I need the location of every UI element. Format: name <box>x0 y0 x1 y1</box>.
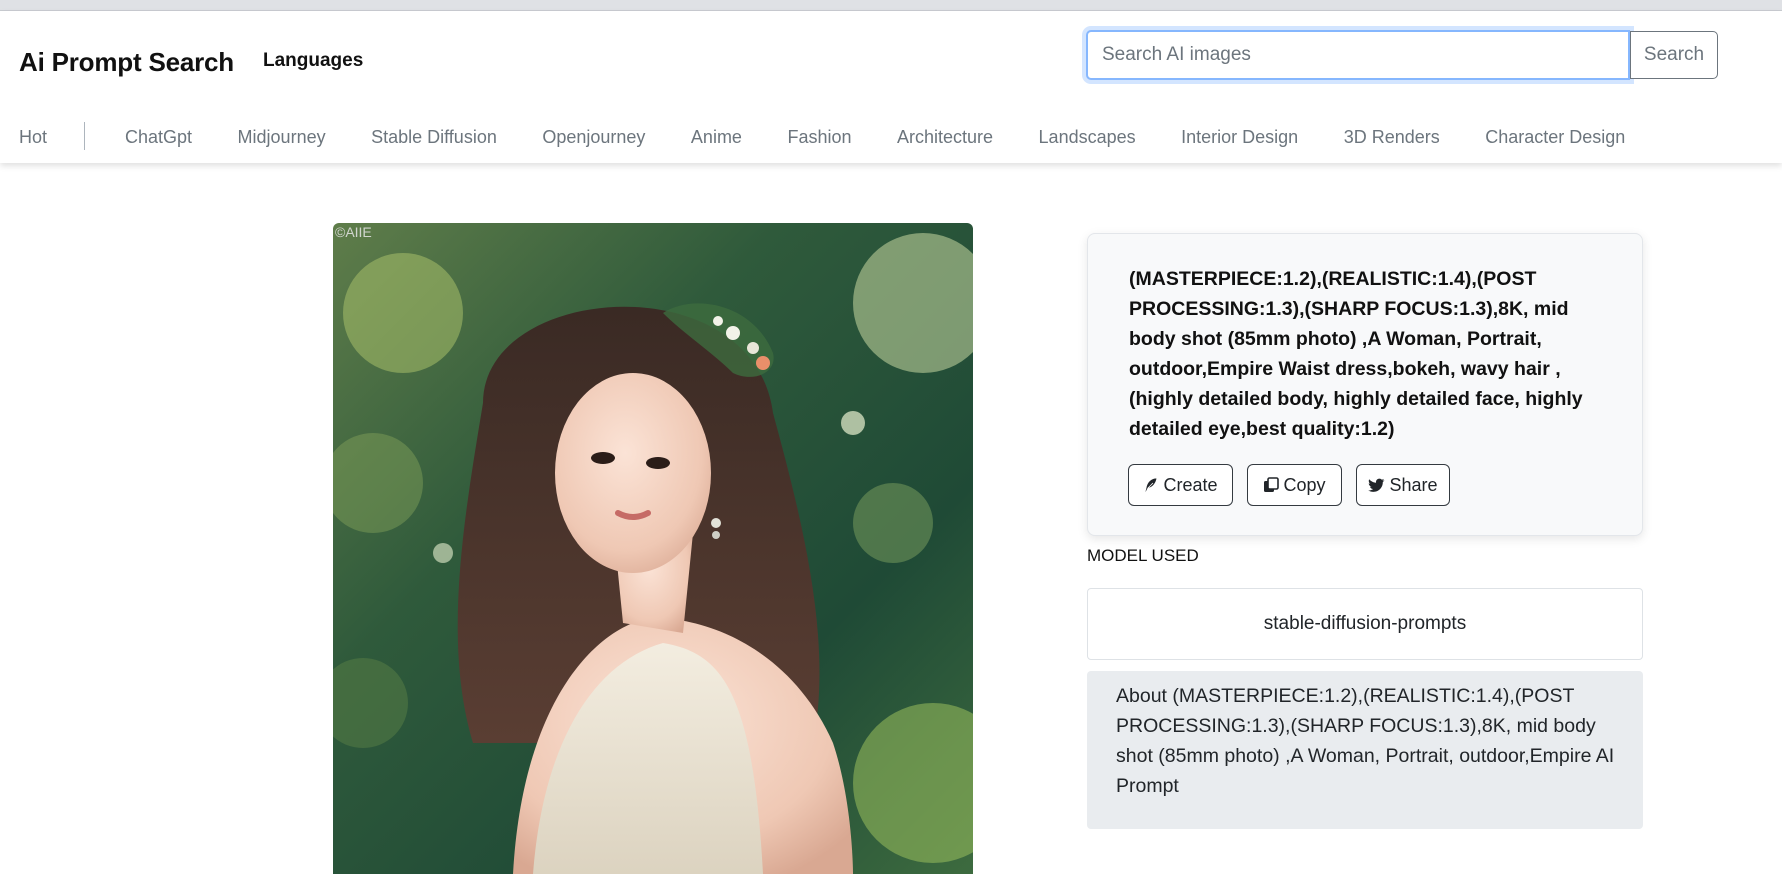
nav-list: ChatGpt Midjourney Stable Diffusion Open… <box>125 127 1671 148</box>
copy-button-label: Copy <box>1283 474 1326 495</box>
feather-icon <box>1143 477 1159 493</box>
browser-top-strip <box>0 0 1782 11</box>
copy-icon <box>1263 477 1280 493</box>
nav-item-3d-renders[interactable]: 3D Renders <box>1344 127 1440 148</box>
nav-item-stable-diffusion[interactable]: Stable Diffusion <box>371 127 497 148</box>
about-text: About (MASTERPIECE:1.2),(REALISTIC:1.4),… <box>1116 685 1615 797</box>
image-watermark: ©AIIE <box>335 224 372 240</box>
nav-item-fashion[interactable]: Fashion <box>787 127 851 148</box>
share-button-label: Share <box>1389 474 1438 495</box>
nav-item-midjourney[interactable]: Midjourney <box>238 127 326 148</box>
site-header: Ai Prompt Search Languages Search Hot Ch… <box>0 11 1782 163</box>
model-used-label: MODEL USED <box>1087 546 1199 565</box>
model-name: stable-diffusion-prompts <box>1263 613 1467 634</box>
create-button[interactable]: Create <box>1128 464 1233 506</box>
nav-item-architecture[interactable]: Architecture <box>897 127 993 148</box>
nav-divider <box>84 122 85 150</box>
search-input[interactable] <box>1086 30 1630 80</box>
nav-item-openjourney[interactable]: Openjourney <box>542 127 645 148</box>
nav-item-hot[interactable]: Hot <box>19 127 47 148</box>
generated-portrait-image[interactable]: ©AIIE <box>333 223 973 874</box>
prompt-text: (MASTERPIECE:1.2),(REALISTIC:1.4),(POST … <box>1129 268 1583 440</box>
copy-button[interactable]: Copy <box>1247 464 1342 506</box>
twitter-icon <box>1368 478 1385 493</box>
share-button[interactable]: Share <box>1356 464 1450 506</box>
languages-menu[interactable]: Languages <box>263 50 363 72</box>
nav-item-anime[interactable]: Anime <box>691 127 742 148</box>
create-button-label: Create <box>1163 474 1218 495</box>
about-box: About (MASTERPIECE:1.2),(REALISTIC:1.4),… <box>1087 671 1643 829</box>
model-name-box[interactable]: stable-diffusion-prompts <box>1087 588 1643 660</box>
site-brand[interactable]: Ai Prompt Search <box>19 47 234 78</box>
search-button[interactable]: Search <box>1630 31 1718 79</box>
nav-item-chatgpt[interactable]: ChatGpt <box>125 127 192 148</box>
nav-item-landscapes[interactable]: Landscapes <box>1039 127 1136 148</box>
nav-item-interior-design[interactable]: Interior Design <box>1181 127 1298 148</box>
prompt-card: (MASTERPIECE:1.2),(REALISTIC:1.4),(POST … <box>1087 233 1643 536</box>
nav-item-character-design[interactable]: Character Design <box>1485 127 1625 148</box>
